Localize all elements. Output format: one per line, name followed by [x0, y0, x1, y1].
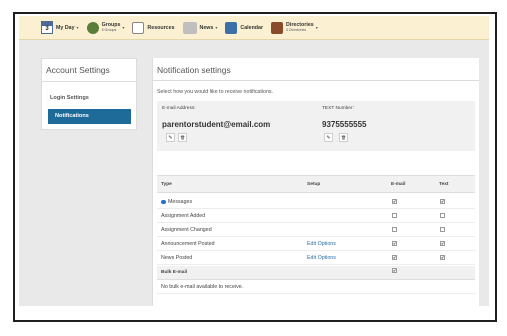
- table-header: Type Setup E-mail Text: [157, 175, 475, 193]
- contact-info-box: E-mail Address: parentorstudent@email.co…: [157, 101, 475, 151]
- table-row: Assignment Added: [157, 209, 475, 223]
- calendar-day-icon: 3: [41, 21, 53, 34]
- bulk-email-note-row: No bulk e-mail available to receive.: [157, 280, 475, 294]
- calendar-icon: [225, 21, 238, 34]
- type-cell: News Posted: [161, 255, 193, 261]
- news-icon: [182, 21, 197, 34]
- message-bubble-icon: [161, 199, 166, 204]
- text-number-label: TEXT Number:: [322, 106, 354, 111]
- groups-icon: [86, 21, 99, 34]
- table-row: Announcement Posted Edit Options ✔ ✔: [157, 237, 475, 251]
- text-checkbox[interactable]: ✔: [440, 199, 445, 204]
- email-checkbox[interactable]: ✔: [392, 199, 397, 204]
- text-checkbox[interactable]: ✔: [440, 241, 445, 246]
- type-cell: Assignment Added: [161, 213, 206, 219]
- table-row: Messages ✔ ✔: [157, 195, 475, 209]
- nav-groups[interactable]: Groups 5 Groups ▾: [86, 16, 125, 40]
- nav-calendar[interactable]: Calendar: [225, 16, 263, 40]
- bulk-email-checkbox[interactable]: ✔: [392, 268, 397, 273]
- edit-text-button[interactable]: ✎: [324, 133, 333, 142]
- text-checkbox[interactable]: ✔: [440, 255, 445, 260]
- account-settings-title: Account Settings: [46, 65, 110, 75]
- chevron-down-icon: ▾: [122, 25, 125, 30]
- page-title: Notification settings: [157, 65, 231, 75]
- divider: [42, 81, 136, 82]
- top-navigation: 3 My Day ▾ Groups 5 Groups ▾ Resources N…: [19, 16, 489, 40]
- edit-email-button[interactable]: ✎: [166, 133, 175, 142]
- text-checkbox[interactable]: [440, 213, 445, 218]
- nav-resources[interactable]: Resources: [132, 16, 175, 40]
- sidebar-item-notifications[interactable]: Notifications: [48, 109, 131, 124]
- app-window: 3 My Day ▾ Groups 5 Groups ▾ Resources N…: [19, 16, 489, 306]
- directories-icon: [271, 21, 284, 34]
- nav-resources-label: Resources: [147, 24, 175, 31]
- type-cell: Announcement Posted: [161, 241, 215, 247]
- email-checkbox[interactable]: [392, 227, 397, 232]
- type-cell: Messages: [161, 199, 192, 205]
- notification-settings-panel: Notification settings Select how you wou…: [152, 58, 479, 306]
- email-label: E-mail Address:: [162, 106, 196, 111]
- email-checkbox[interactable]: [392, 213, 397, 218]
- column-setup: Setup: [307, 182, 321, 187]
- nav-calendar-label: Calendar: [240, 24, 264, 31]
- nav-news-label: News: [199, 24, 214, 31]
- text-checkbox[interactable]: [440, 227, 445, 232]
- nav-directories-sub: 4 Directories: [286, 28, 307, 32]
- email-checkbox[interactable]: ✔: [392, 255, 397, 260]
- chevron-down-icon: ▾: [315, 25, 318, 30]
- bulk-email-note: No bulk e-mail available to receive.: [161, 284, 244, 290]
- column-email: E-mail: [391, 182, 406, 187]
- sidebar-item-login-settings[interactable]: Login Settings: [50, 95, 89, 101]
- bulk-email-row: Bulk E-mail ✔: [157, 266, 475, 280]
- table-row: Assignment Changed: [157, 223, 475, 237]
- email-checkbox[interactable]: ✔: [392, 241, 397, 246]
- nav-my-day-label: My Day: [56, 24, 75, 31]
- nav-groups-sub: 5 Groups: [101, 28, 117, 32]
- resources-icon: [132, 21, 145, 34]
- column-type: Type: [161, 182, 172, 187]
- type-cell: Assignment Changed: [161, 227, 212, 233]
- nav-directories[interactable]: Directories 4 Directories ▾: [271, 16, 318, 40]
- divider: [153, 80, 479, 81]
- account-settings-panel: Account Settings Login Settings Notifica…: [41, 58, 137, 130]
- table-row: News Posted Edit Options ✔ ✔: [157, 251, 475, 265]
- delete-text-button[interactable]: 🗑: [339, 133, 348, 142]
- delete-email-button[interactable]: 🗑: [178, 133, 187, 142]
- edit-options-link[interactable]: Edit Options: [307, 241, 336, 247]
- edit-options-link[interactable]: Edit Options: [307, 255, 336, 261]
- sidebar-item-label: Notifications: [55, 113, 89, 119]
- chevron-down-icon: ▾: [215, 25, 218, 30]
- nav-news[interactable]: News ▾: [182, 16, 218, 40]
- chevron-down-icon: ▾: [76, 25, 79, 30]
- nav-my-day[interactable]: 3 My Day ▾: [41, 16, 79, 40]
- column-text: Text: [439, 182, 449, 187]
- text-number-value: 9375555555: [322, 120, 367, 129]
- email-value: parentorstudent@email.com: [162, 120, 271, 129]
- page-description: Select how you would like to receive not…: [157, 89, 274, 95]
- bulk-email-label: Bulk E-mail: [161, 270, 188, 275]
